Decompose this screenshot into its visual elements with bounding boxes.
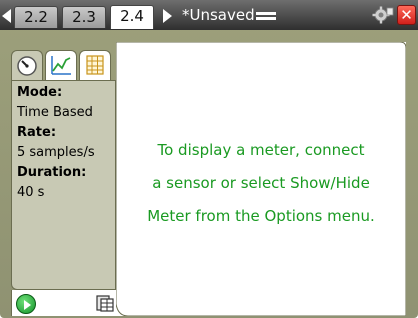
play-icon[interactable]: [16, 294, 36, 314]
mode-value: Time Based: [17, 105, 93, 120]
document-title: *Unsaved: [182, 6, 255, 24]
graph-icon: [51, 56, 71, 75]
no-sensor-message: To display a meter, connect a sensor or …: [120, 134, 402, 233]
duration-label: Duration:: [17, 165, 87, 180]
duration-value: 40 s: [17, 185, 45, 200]
meter-view-tab[interactable]: [11, 50, 43, 80]
document-menu-icon[interactable]: [256, 12, 276, 20]
table-icon: [86, 55, 104, 75]
data-collection-icon[interactable]: [95, 293, 115, 313]
message-line-3: Meter from the Options menu.: [147, 207, 375, 225]
view-tabs: [11, 50, 115, 80]
graph-view-tab[interactable]: [45, 50, 77, 80]
rate-value: 5 samples/s: [17, 145, 95, 160]
close-icon[interactable]: ✕: [397, 5, 416, 25]
rate-label: Rate:: [17, 125, 57, 140]
message-line-2: a sensor or select Show/Hide: [152, 174, 370, 192]
meter-gauge-icon: [17, 56, 37, 76]
mode-label: Mode:: [17, 85, 63, 100]
collection-settings-panel[interactable]: Mode: Time Based Rate: 5 samples/s Durat…: [11, 80, 116, 290]
top-tab-bar: 2.2 2.3 2.4 *Unsaved ✕: [0, 0, 418, 30]
message-line-1: To display a meter, connect: [157, 141, 365, 159]
triangle-right-icon[interactable]: [163, 9, 172, 23]
gear-plugin-icon[interactable]: [372, 6, 394, 24]
triangle-left-icon[interactable]: [2, 9, 11, 23]
tab-2-2[interactable]: 2.2: [14, 6, 58, 28]
table-view-tab[interactable]: [79, 50, 111, 80]
tab-2-4[interactable]: 2.4: [110, 5, 154, 29]
tab-2-3[interactable]: 2.3: [62, 6, 106, 28]
